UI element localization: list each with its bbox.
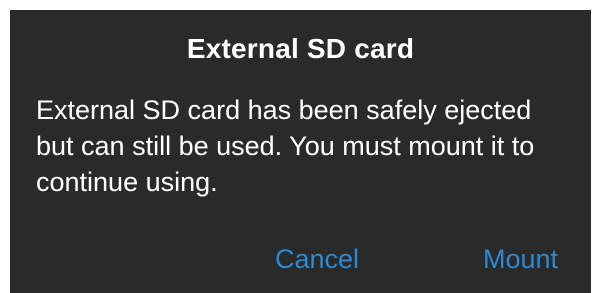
dialog-actions: Cancel Mount (10, 233, 591, 293)
sd-card-dialog: External SD card External SD card has be… (10, 10, 591, 293)
mount-button[interactable]: Mount (483, 241, 558, 277)
dialog-title: External SD card (186, 33, 415, 64)
dialog-message: External SD card has been safely ejected… (36, 95, 535, 197)
cancel-button[interactable]: Cancel (275, 241, 359, 277)
